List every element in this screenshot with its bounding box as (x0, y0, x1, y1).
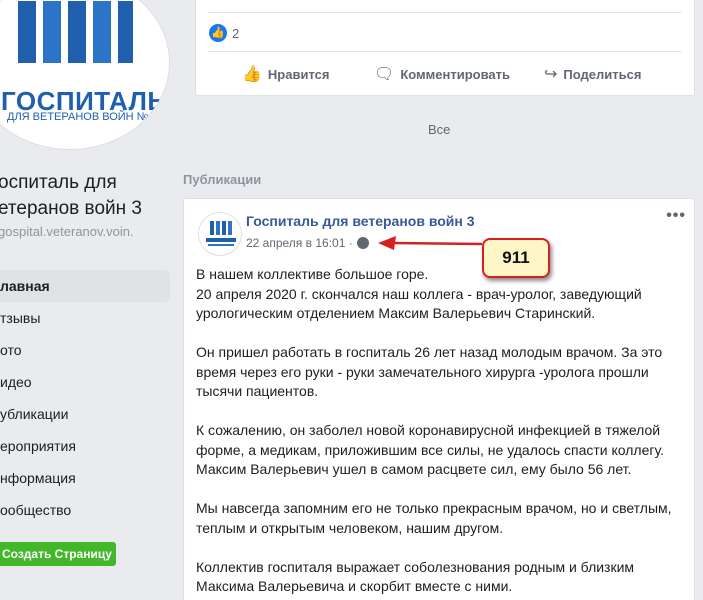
page-title[interactable]: оспиталь для етеранов войн 3 (0, 170, 142, 222)
like-reaction-icon[interactable]: 👍 (209, 24, 227, 42)
see-all-link[interactable]: Все (428, 122, 450, 137)
post-text: В нашем коллективе большое горе. 20 апре… (196, 265, 676, 600)
post-paragraph: Мы навсегда запомним его не только прекр… (196, 500, 672, 536)
comment-icon: 🗨 (374, 66, 395, 83)
facebook-page: ГОСПИТАЛЬ ДЛЯ ВЕТЕРАНОВ ВОЙН № оспиталь … (0, 0, 703, 600)
post-time-text: 22 апреля в 16:01 · (246, 236, 353, 250)
like-count[interactable]: 2 (232, 26, 239, 41)
sidebar-item-community[interactable]: ообщество (0, 494, 170, 526)
post-timestamp[interactable]: 22 апреля в 16:01 · (246, 236, 369, 250)
post-paragraph: В нашем коллективе большое горе. 20 апре… (196, 266, 642, 321)
sidebar-item-videos[interactable]: идео (0, 366, 170, 398)
create-page-button[interactable]: Создать Страницу (0, 542, 116, 566)
sidebar-nav: лавная тзывы ото идео убликации ероприят… (0, 270, 170, 526)
share-button[interactable]: ↪ Поделиться (544, 64, 641, 84)
page-handle[interactable]: gospital.veteranov.voin. (0, 224, 134, 239)
post-paragraph: Он пришел работать в госпиталь 26 лет на… (196, 344, 663, 399)
post-card: Госпиталь для ветеранов войн 3 22 апреля… (183, 198, 695, 600)
post-author-name[interactable]: Госпиталь для ветеранов войн 3 (246, 213, 475, 229)
sidebar-item-info[interactable]: нформация (0, 462, 170, 494)
page-title-line1: оспиталь для (0, 172, 117, 193)
section-title-posts: Публикации (183, 172, 262, 187)
share-icon: ↪ (544, 66, 558, 83)
post-paragraph: Коллектив госпиталя выражает соболезнова… (196, 558, 635, 595)
more-options-icon[interactable]: ••• (666, 207, 686, 225)
sidebar-item-main[interactable]: лавная (0, 270, 170, 302)
like-button[interactable]: 👍 Нравится (242, 64, 329, 84)
annotation-arrow (378, 236, 483, 250)
page-avatar[interactable]: ГОСПИТАЛЬ ДЛЯ ВЕТЕРАНОВ ВОЙН № (0, 0, 170, 150)
post-author-avatar[interactable] (198, 212, 242, 256)
globe-icon (356, 237, 369, 249)
like-button-label: Нравится (267, 66, 330, 82)
page-title-line2: етеранов войн 3 (0, 198, 142, 219)
post-paragraph: К сожалению, он заболел новой коронавиру… (196, 422, 664, 477)
share-button-label: Поделиться (563, 66, 642, 82)
sidebar-item-photos[interactable]: ото (0, 334, 170, 366)
sidebar-item-posts[interactable]: убликации (0, 398, 170, 430)
comment-button-label: Комментировать (400, 66, 510, 82)
previous-post-footer: 👍 2 👍 Нравится 🗨 Комментировать ↪ Подели… (195, 0, 695, 96)
hospital-logo-icon (18, 1, 133, 63)
logo-subtitle: ДЛЯ ВЕТЕРАНОВ ВОЙН № (7, 111, 149, 123)
thumbs-up-icon: 👍 (242, 66, 262, 83)
divider (208, 12, 682, 13)
comment-button[interactable]: 🗨 Комментировать (374, 64, 510, 84)
divider (208, 51, 682, 52)
annotation-callout: 911 (482, 238, 550, 278)
hospital-logo-icon (206, 221, 236, 246)
sidebar-item-events[interactable]: ероприятия (0, 430, 170, 462)
sidebar-item-reviews[interactable]: тзывы (0, 302, 170, 334)
